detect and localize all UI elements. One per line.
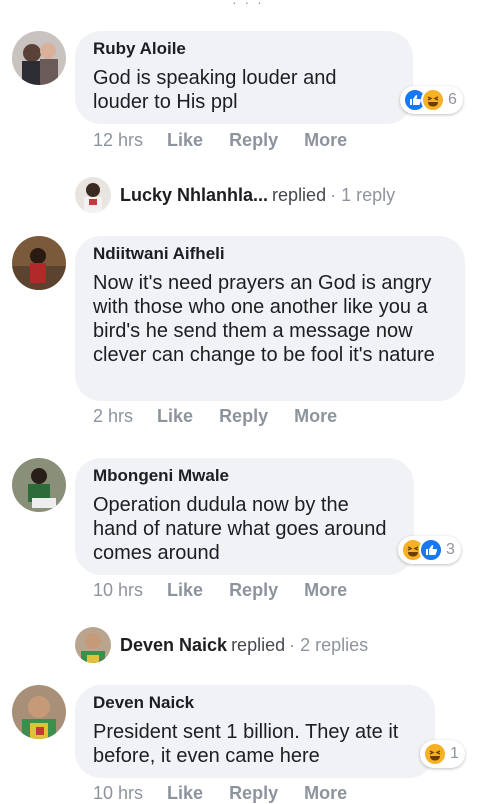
comment-text: Now it's need prayers an God is angry wi…: [93, 272, 435, 366]
avatar[interactable]: [12, 236, 66, 290]
reply-button[interactable]: Reply: [229, 783, 278, 804]
comment-author[interactable]: Mbongeni Mwale: [93, 466, 396, 486]
comment-timestamp[interactable]: 10 hrs: [93, 580, 143, 601]
comment-actions: 12 hrs Like Reply More: [93, 130, 373, 151]
like-icon: [419, 538, 443, 562]
comment-actions: 10 hrs Like Reply More: [93, 783, 373, 804]
reply-label: replied: [272, 184, 327, 205]
avatar: [75, 177, 111, 213]
more-button[interactable]: More: [304, 783, 347, 804]
reply-author: Deven Naick: [120, 634, 228, 655]
reaction-summary[interactable]: 6: [400, 86, 463, 114]
comment-text: Operation dudula now by the hand of natu…: [93, 494, 387, 564]
avatar[interactable]: [12, 685, 66, 739]
view-replies-link[interactable]: Deven Naick replied · 2 replies: [75, 627, 368, 663]
reply-label: replied: [231, 634, 286, 655]
comment-author[interactable]: Ndiitwani Aifheli: [93, 244, 447, 264]
like-button[interactable]: Like: [167, 783, 203, 804]
reaction-summary[interactable]: 1: [420, 740, 465, 768]
comment-timestamp[interactable]: 2 hrs: [93, 406, 133, 427]
avatar: [75, 627, 111, 663]
comment-bubble: Mbongeni Mwale Operation dudula now by t…: [75, 458, 414, 575]
view-replies-link[interactable]: Lucky Nhlanhla... replied · 1 reply: [75, 177, 395, 213]
reply-count: · 2 replies: [289, 634, 369, 655]
like-button[interactable]: Like: [167, 130, 203, 151]
more-button[interactable]: More: [304, 130, 347, 151]
comment-bubble: Ruby Aloile God is speaking louder and l…: [75, 31, 413, 124]
comment-actions: 2 hrs Like Reply More: [93, 406, 363, 427]
like-button[interactable]: Like: [157, 406, 193, 427]
reply-button[interactable]: Reply: [229, 580, 278, 601]
more-button[interactable]: More: [304, 580, 347, 601]
more-above-indicator: · · ·: [232, 0, 264, 10]
comment-timestamp[interactable]: 12 hrs: [93, 130, 143, 151]
comment-text: President sent 1 billion. They ate it be…: [93, 721, 399, 767]
reaction-count: 3: [446, 541, 455, 558]
haha-icon: [421, 88, 445, 112]
reply-button[interactable]: Reply: [229, 130, 278, 151]
comment-author[interactable]: Ruby Aloile: [93, 39, 395, 59]
comment-bubble: Deven Naick President sent 1 billion. Th…: [75, 685, 435, 778]
like-button[interactable]: Like: [167, 580, 203, 601]
avatar[interactable]: [12, 458, 66, 512]
haha-icon: [423, 742, 447, 766]
reaction-count: 6: [448, 91, 457, 108]
comment-text: God is speaking louder and louder to His…: [93, 67, 337, 113]
reaction-count: 1: [450, 745, 459, 762]
reply-button[interactable]: Reply: [219, 406, 268, 427]
reply-count: · 1 reply: [330, 184, 396, 205]
reaction-summary[interactable]: 3: [398, 536, 461, 564]
more-button[interactable]: More: [294, 406, 337, 427]
reply-author: Lucky Nhlanhla...: [120, 184, 269, 205]
comment-author[interactable]: Deven Naick: [93, 693, 417, 713]
avatar[interactable]: [12, 31, 66, 85]
comment-timestamp[interactable]: 10 hrs: [93, 783, 143, 804]
comment-bubble: Ndiitwani Aifheli Now it's need prayers …: [75, 236, 465, 401]
comment-actions: 10 hrs Like Reply More: [93, 580, 373, 601]
